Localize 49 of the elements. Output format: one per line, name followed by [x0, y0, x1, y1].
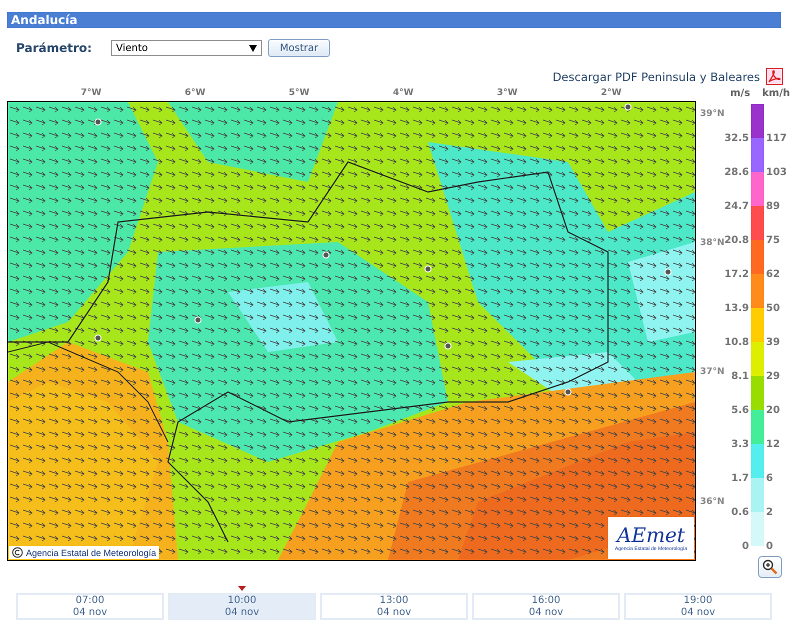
legend-value: 32.5: [724, 133, 749, 144]
longitude-label: 5°W: [288, 88, 310, 98]
legend-value: 0: [766, 541, 773, 552]
longitude-label: 7°W: [80, 88, 102, 98]
parameter-dropdown[interactable]: Viento: [111, 40, 262, 56]
legend-value: 8.1: [731, 371, 749, 382]
latitude-label: 37°N: [700, 367, 725, 378]
legend-value: 20: [766, 405, 780, 416]
legend-value: 28.6: [724, 167, 749, 178]
legend-value: 75: [766, 235, 780, 246]
download-pdf-link[interactable]: Descargar PDF Peninsula y Baleares: [552, 70, 760, 84]
legend-value: 89: [766, 201, 780, 212]
longitude-label: 3°W: [496, 88, 518, 98]
latitude-label: 38°N: [700, 238, 725, 248]
time-tab[interactable]: 13:00 04 nov: [320, 593, 468, 620]
legend-value: 62: [766, 269, 780, 280]
latitude-label: 39°N: [700, 108, 725, 119]
legend-value: 2: [766, 507, 773, 518]
legend-value: 50: [766, 303, 780, 314]
legend-value: 20.8: [724, 235, 749, 246]
legend-value: 17.2: [724, 269, 749, 280]
legend-value: 10.8: [724, 337, 749, 348]
longitude-label: 6°W: [184, 88, 206, 98]
time-tab[interactable]: 10:00 04 nov: [168, 593, 316, 620]
legend-value: 39: [766, 337, 780, 348]
legend-value: 12: [766, 439, 780, 450]
parameter-label: Parámetro:: [16, 41, 93, 55]
unit-label: km/h: [762, 88, 790, 101]
legend-value: 13.9: [724, 303, 749, 314]
legend-value: 103: [766, 167, 787, 178]
legend-value: 117: [766, 133, 787, 144]
legend-value: 29: [766, 371, 780, 382]
legend-value: 6: [766, 473, 773, 484]
unit-label: m/s: [730, 88, 750, 101]
latitude-label: 36°N: [700, 496, 725, 507]
region-title-bar: Andalucía: [7, 12, 781, 28]
legend-value: 1.7: [731, 473, 749, 484]
legend-value: 0.6: [731, 507, 749, 518]
time-tab[interactable]: 16:00 04 nov: [472, 593, 620, 620]
legend-value: 0: [742, 541, 749, 552]
time-tab[interactable]: 19:00 04 nov: [624, 593, 772, 620]
legend-value: 5.6: [731, 405, 749, 416]
longitude-label: 4°W: [392, 88, 414, 98]
legend-value: 24.7: [724, 201, 749, 212]
time-tab[interactable]: 07:00 04 nov: [16, 593, 164, 620]
longitude-label: 2°W: [600, 88, 622, 98]
show-button[interactable]: Mostrar: [268, 39, 330, 57]
legend-value: 3.3: [731, 439, 749, 450]
copyright-label: Agencia Estatal de Meteorología: [9, 546, 160, 559]
